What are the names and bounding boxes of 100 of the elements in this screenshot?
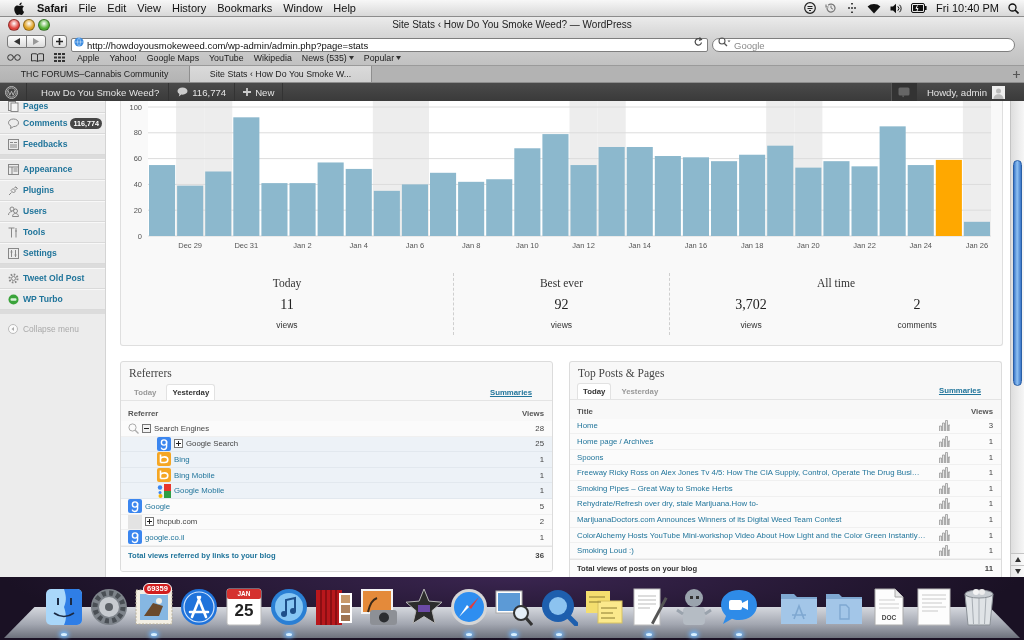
browser-tab[interactable]: THC FORUMS–Cannabis Community: [0, 66, 190, 82]
photo-magnifier-icon[interactable]: [495, 588, 533, 626]
menu-item[interactable]: Window: [283, 1, 323, 15]
menubar-clock[interactable]: Fri 10:40 PM: [936, 1, 999, 15]
down-triangle-icon: [1014, 569, 1021, 574]
music-note-icon[interactable]: [270, 588, 308, 626]
search-icon[interactable]: [1008, 2, 1019, 14]
menu-item[interactable]: Pages: [0, 101, 105, 113]
panel-title: Top Posts & Pages: [577, 366, 666, 382]
pencils-circle-icon[interactable]: [180, 588, 218, 626]
bookmark-link[interactable]: Apple: [77, 52, 100, 63]
photo-camera-icon[interactable]: [360, 588, 398, 626]
menu-item[interactable]: Tools: [0, 222, 105, 243]
stat-unit: views: [740, 320, 762, 330]
search-icon: [718, 36, 731, 47]
video-camera-bubble-icon[interactable]: [720, 588, 758, 626]
document-icon[interactable]: [915, 588, 953, 626]
bookmark-link[interactable]: Google Maps: [146, 52, 200, 63]
scroll-up-button[interactable]: [1011, 553, 1024, 565]
stat-title: Today: [272, 276, 302, 290]
sliders-icon: [8, 248, 19, 259]
grid-icon[interactable]: [54, 53, 65, 62]
volume-icon[interactable]: [890, 2, 903, 14]
calendar-day: 25: [234, 601, 254, 621]
speech-bubble-icon: [8, 118, 19, 129]
face-tile-icon[interactable]: [45, 588, 83, 626]
account-link[interactable]: Howdy, admin: [916, 83, 1024, 101]
battery-icon[interactable]: [911, 3, 928, 13]
back-button[interactable]: [7, 35, 27, 48]
calendar-icon[interactable]: [225, 588, 263, 626]
menu-item[interactable]: Help: [333, 1, 356, 15]
bookmark-link[interactable]: News (535): [301, 52, 354, 63]
menu-item[interactable]: File: [78, 1, 97, 15]
star-icon[interactable]: [405, 588, 443, 626]
stamp-icon[interactable]: [135, 588, 173, 626]
add-bookmark-button[interactable]: [52, 35, 67, 48]
tools-icon: [8, 227, 19, 238]
collapse-icon[interactable]: [142, 423, 151, 433]
page-pen-icon[interactable]: [630, 588, 668, 626]
compass-icon[interactable]: [450, 588, 488, 626]
reload-icon[interactable]: [694, 36, 703, 47]
wifi-icon[interactable]: [867, 2, 882, 14]
menu-item[interactable]: Tweet Old Post: [0, 268, 105, 289]
plus-icon: [1012, 70, 1020, 78]
stat-value: 92: [554, 298, 569, 312]
up-triangle-icon: [1014, 557, 1021, 562]
caret-icon: [348, 55, 354, 60]
zoom-button[interactable]: [38, 19, 50, 31]
bookmark-link[interactable]: Popular: [363, 52, 402, 63]
sticky-notes-icon[interactable]: [585, 588, 623, 626]
browser-tab[interactable]: Site Stats ‹ How Do You Smoke W...: [190, 66, 372, 82]
expand-icon[interactable]: [145, 517, 154, 527]
globe-icon: [74, 36, 84, 47]
menu-item[interactable]: Settings: [0, 243, 105, 264]
bookmark-link[interactable]: Yahoo!: [109, 52, 137, 63]
menu-label: Plugins: [23, 185, 55, 196]
turbo-dot-icon: [8, 294, 19, 305]
menu-item[interactable]: Feedbacks: [0, 134, 105, 155]
window-title: Site Stats ‹ How Do You Smoke Weed? — WordPress: [391, 19, 633, 31]
users-icon: [8, 206, 19, 217]
search-field[interactable]: Google: [712, 38, 1015, 52]
glasses-icon[interactable]: [7, 54, 21, 61]
bookmark-link[interactable]: Wikipedia: [253, 52, 292, 63]
scroll-down-button[interactable]: [1011, 565, 1024, 577]
book-icon[interactable]: [31, 53, 44, 62]
back-icon: [14, 38, 20, 45]
menu-label: WP Turbo: [23, 294, 63, 305]
clock-arrow-icon[interactable]: [825, 2, 838, 14]
plug-icon: [8, 185, 19, 196]
curtain-icon[interactable]: [315, 588, 353, 626]
expand-icon[interactable]: [174, 439, 183, 449]
stat-title: All time: [817, 276, 855, 290]
menu-item[interactable]: History: [171, 1, 207, 15]
badge-status-icon[interactable]: [804, 2, 817, 14]
scrollbar-thumb[interactable]: [1013, 160, 1022, 386]
app-menu[interactable]: Safari: [37, 1, 68, 15]
menu-item[interactable]: View: [137, 1, 161, 15]
menu-item[interactable]: Appearance: [0, 159, 105, 180]
menu-label: Appearance: [23, 164, 73, 175]
apple-icon[interactable]: [14, 1, 25, 15]
menu-item[interactable]: WP Turbo: [0, 289, 105, 310]
forward-button[interactable]: [26, 35, 46, 48]
menu-item[interactable]: Edit: [107, 1, 127, 15]
arrows-dots-icon[interactable]: [846, 2, 859, 14]
ring-icon[interactable]: [540, 588, 578, 626]
menu-item[interactable]: Bookmarks: [217, 1, 273, 15]
robot-icon[interactable]: [675, 588, 713, 626]
panel-title: Referrers: [128, 366, 173, 381]
circle-logo-icon: [5, 85, 18, 99]
caret-icon: [396, 55, 402, 60]
gear-icon[interactable]: [90, 588, 128, 626]
stat-unit: views: [276, 320, 298, 330]
menu-item[interactable]: Users: [0, 201, 105, 222]
stat-unit: comments: [897, 320, 937, 330]
bookmark-link[interactable]: YouTube: [209, 52, 244, 63]
minimize-button[interactable]: [23, 19, 35, 31]
logo-tile-icon: [157, 468, 171, 483]
address-field[interactable]: http://howdoyousmokeweed.com/wp-admin/admin.php?page=stats: [71, 38, 708, 52]
menu-item[interactable]: Plugins: [0, 180, 105, 201]
close-button[interactable]: [8, 19, 20, 31]
